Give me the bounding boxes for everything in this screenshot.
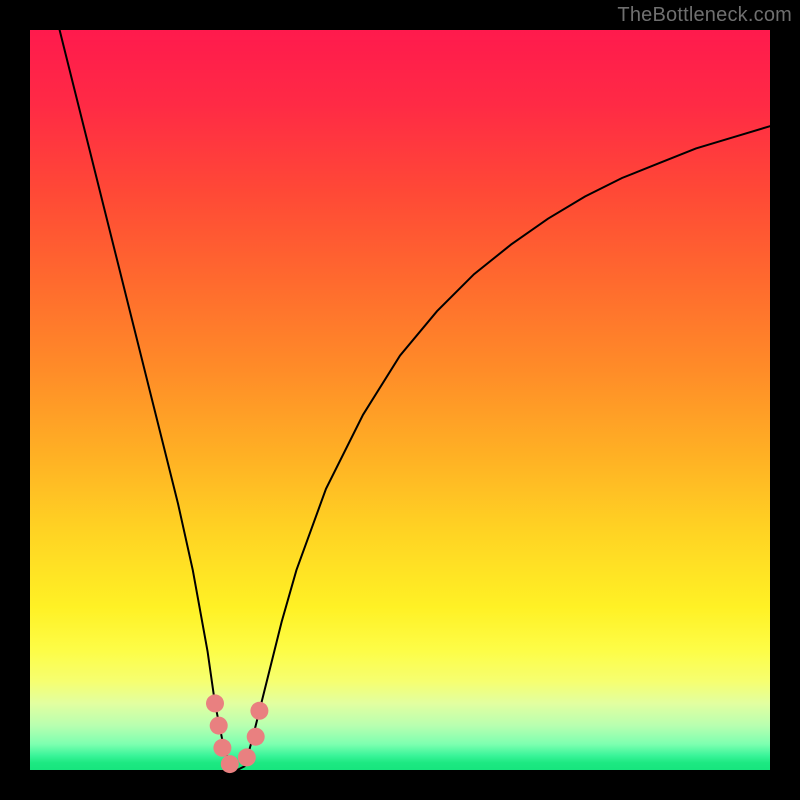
chart-svg xyxy=(30,30,770,770)
curve-marker xyxy=(213,739,231,757)
curve-marker xyxy=(247,728,265,746)
chart-frame: TheBottleneck.com xyxy=(0,0,800,800)
curve-marker xyxy=(206,694,224,712)
curve-marker xyxy=(250,702,268,720)
curve-marker xyxy=(210,717,228,735)
curve-marker xyxy=(238,748,256,766)
bottleneck-curve xyxy=(60,30,770,770)
curve-marker xyxy=(221,755,239,773)
watermark-label: TheBottleneck.com xyxy=(617,4,792,27)
curve-markers xyxy=(206,694,268,773)
plot-area xyxy=(30,30,770,770)
